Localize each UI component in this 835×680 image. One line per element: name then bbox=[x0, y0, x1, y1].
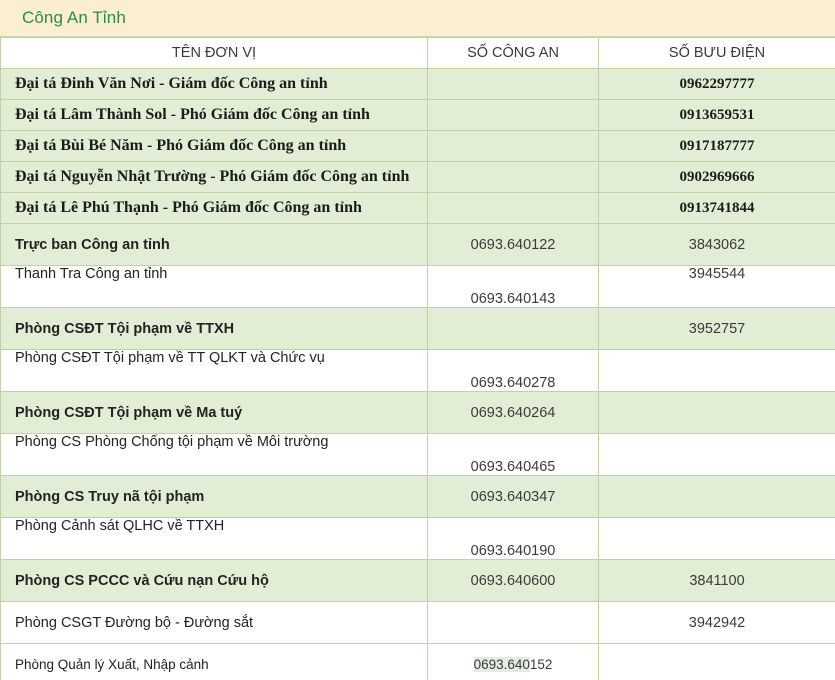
cell-police-number: 0693.640465 bbox=[427, 433, 599, 476]
cell-unit-name: Đại tá Bùi Bé Năm - Phó Giám đốc Công an… bbox=[0, 130, 428, 162]
table-row: Phòng Quản lý Xuất, Nhập cảnh 0693.640152 bbox=[0, 643, 835, 680]
table-row: Đại tá Lê Phú Thạnh - Phó Giám đốc Công … bbox=[0, 192, 835, 224]
table-row: Đại tá Đinh Văn Nơi - Giám đốc Công an t… bbox=[0, 68, 835, 100]
cell-unit-name: Phòng CSĐT Tội phạm về TT QLKT và Chức v… bbox=[0, 349, 428, 392]
cell-post-number: 0913741844 bbox=[598, 192, 835, 224]
table-row: Phòng Cảnh sát QLHC về TTXH 0693.640190 bbox=[0, 517, 835, 560]
page-header-bar: Công An Tỉnh bbox=[0, 0, 835, 37]
selected-text-fragment: 0693.640 bbox=[473, 657, 530, 672]
cell-police-number: 0693.640347 bbox=[427, 475, 599, 518]
table-header: TÊN ĐƠN VỊ SỐ CÔNG AN SỐ BƯU ĐIỆN bbox=[0, 37, 835, 69]
cell-police-number: 0693.640264 bbox=[427, 391, 599, 434]
cell-unit-name: Phòng CS Truy nã tội phạm bbox=[0, 475, 428, 518]
contact-directory-page: Công An Tỉnh TÊN ĐƠN VỊ SỐ CÔNG AN SỐ BƯ… bbox=[0, 0, 835, 680]
cell-police-number bbox=[427, 130, 599, 162]
cell-post-number bbox=[598, 349, 835, 392]
cell-police-number: 0693.640600 bbox=[427, 559, 599, 602]
cell-police-number: 0693.640143 bbox=[427, 265, 599, 308]
table-header-row: TÊN ĐƠN VỊ SỐ CÔNG AN SỐ BƯU ĐIỆN bbox=[0, 37, 835, 69]
cell-police-number bbox=[427, 99, 599, 131]
cell-unit-name: Đại tá Nguyễn Nhật Trường - Phó Giám đốc… bbox=[0, 161, 428, 193]
column-header-phone: SỐ CÔNG AN bbox=[427, 37, 599, 69]
page-title: Công An Tỉnh bbox=[22, 8, 126, 27]
cell-police-number bbox=[427, 307, 599, 350]
cell-post-number bbox=[598, 517, 835, 560]
cell-police-number: 0693.640152 bbox=[427, 643, 599, 680]
column-header-post: SỐ BƯU ĐIỆN bbox=[598, 37, 835, 69]
table-row: Thanh Tra Công an tỉnh 0693.640143 3945544 bbox=[0, 265, 835, 308]
unselected-text-fragment: 152 bbox=[529, 657, 553, 672]
cell-unit-name: Phòng CS Phòng Chống tội phạm về Môi trư… bbox=[0, 433, 428, 476]
table-body: Đại tá Đinh Văn Nơi - Giám đốc Công an t… bbox=[0, 68, 835, 680]
table-row: Đại tá Nguyễn Nhật Trường - Phó Giám đốc… bbox=[0, 161, 835, 193]
cell-post-number: 3841100 bbox=[598, 559, 835, 602]
cell-post-number: 0902969666 bbox=[598, 161, 835, 193]
cell-post-number: 3952757 bbox=[598, 307, 835, 350]
cell-post-number: 0913659531 bbox=[598, 99, 835, 131]
table-row: Phòng CS Truy nã tội phạm 0693.640347 bbox=[0, 475, 835, 518]
table-row: Đại tá Bùi Bé Năm - Phó Giám đốc Công an… bbox=[0, 130, 835, 162]
cell-police-number bbox=[427, 601, 599, 644]
cell-post-number: 0962297777 bbox=[598, 68, 835, 100]
cell-police-number: 0693.640190 bbox=[427, 517, 599, 560]
cell-unit-name: Phòng Quản lý Xuất, Nhập cảnh bbox=[0, 643, 428, 680]
cell-post-number: 0917187777 bbox=[598, 130, 835, 162]
column-header-name: TÊN ĐƠN VỊ bbox=[0, 37, 428, 69]
cell-unit-name: Đại tá Lâm Thành Sol - Phó Giám đốc Công… bbox=[0, 99, 428, 131]
cell-police-number: 0693.640122 bbox=[427, 223, 599, 266]
cell-post-number bbox=[598, 643, 835, 680]
cell-post-number bbox=[598, 433, 835, 476]
cell-post-number bbox=[598, 475, 835, 518]
table-row: Đại tá Lâm Thành Sol - Phó Giám đốc Công… bbox=[0, 99, 835, 131]
cell-post-number: 3942942 bbox=[598, 601, 835, 644]
table-row: Phòng CS Phòng Chống tội phạm về Môi trư… bbox=[0, 433, 835, 476]
cell-unit-name: Trực ban Công an tỉnh bbox=[0, 223, 428, 266]
cell-unit-name: Phòng Cảnh sát QLHC về TTXH bbox=[0, 517, 428, 560]
cell-police-number bbox=[427, 161, 599, 193]
contacts-table: TÊN ĐƠN VỊ SỐ CÔNG AN SỐ BƯU ĐIỆN Đại tá… bbox=[0, 37, 835, 680]
table-row: Phòng CSĐT Tội phạm về Ma tuý 0693.640264 bbox=[0, 391, 835, 434]
cell-police-number: 0693.640278 bbox=[427, 349, 599, 392]
cell-unit-name: Phòng CSĐT Tội phạm về TTXH bbox=[0, 307, 428, 350]
table-row: Phòng CSGT Đường bộ - Đường sắt 3942942 bbox=[0, 601, 835, 644]
cell-unit-name: Đại tá Lê Phú Thạnh - Phó Giám đốc Công … bbox=[0, 192, 428, 224]
cell-police-number bbox=[427, 192, 599, 224]
cell-unit-name: Thanh Tra Công an tỉnh bbox=[0, 265, 428, 308]
cell-post-number bbox=[598, 391, 835, 434]
cell-unit-name: Phòng CSGT Đường bộ - Đường sắt bbox=[0, 601, 428, 644]
cell-unit-name: Phòng CSĐT Tội phạm về Ma tuý bbox=[0, 391, 428, 434]
cell-unit-name: Đại tá Đinh Văn Nơi - Giám đốc Công an t… bbox=[0, 68, 428, 100]
table-row: Phòng CSĐT Tội phạm về TT QLKT và Chức v… bbox=[0, 349, 835, 392]
table-row: Trực ban Công an tỉnh 0693.640122 3843062 bbox=[0, 223, 835, 266]
cell-unit-name: Phòng CS PCCC và Cứu nạn Cứu hộ bbox=[0, 559, 428, 602]
cell-police-number bbox=[427, 68, 599, 100]
table-row: Phòng CSĐT Tội phạm về TTXH 3952757 bbox=[0, 307, 835, 350]
cell-post-number: 3843062 bbox=[598, 223, 835, 266]
cell-post-number: 3945544 bbox=[598, 265, 835, 308]
table-row: Phòng CS PCCC và Cứu nạn Cứu hộ 0693.6406… bbox=[0, 559, 835, 602]
